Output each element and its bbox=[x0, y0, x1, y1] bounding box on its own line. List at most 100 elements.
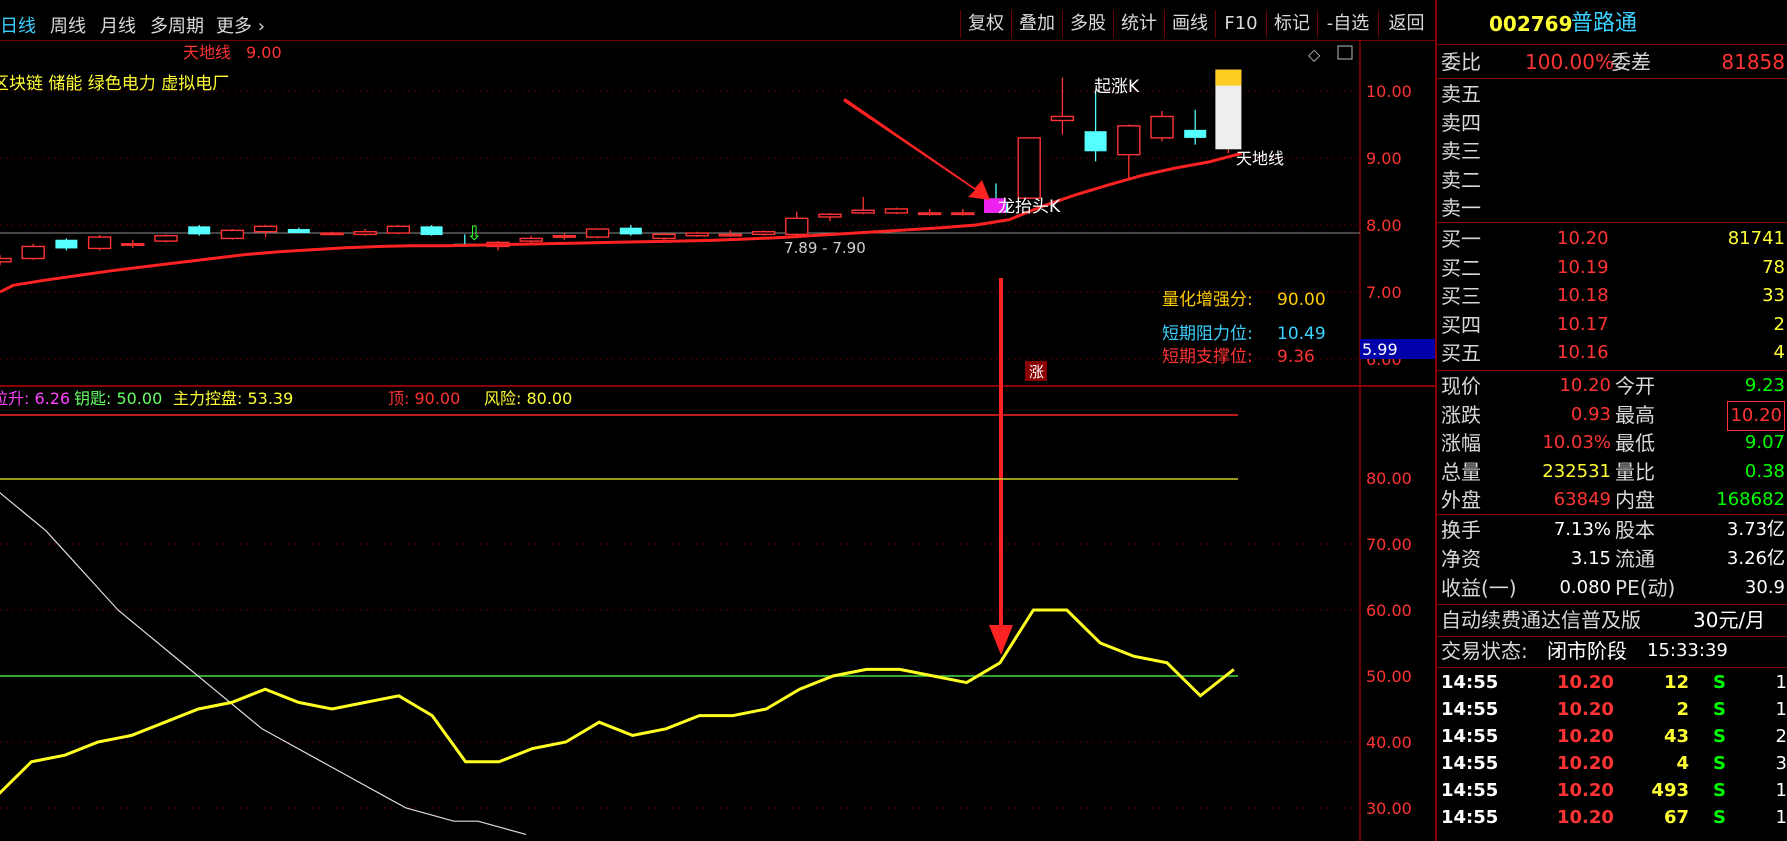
dragon-head-label: 龙抬头K bbox=[998, 197, 1061, 217]
bid-label: 买四 bbox=[1441, 312, 1481, 337]
bid-row: 买四 10.17 2 bbox=[1437, 311, 1787, 339]
tick-price: 10.20 bbox=[1557, 780, 1614, 801]
tick-volume: 4 bbox=[1676, 753, 1689, 774]
bid-price: 10.16 bbox=[1557, 342, 1609, 363]
stat-label-2: 今开 bbox=[1615, 374, 1655, 398]
fund-value: 7.13% bbox=[1553, 519, 1611, 540]
tick-price: 10.20 bbox=[1557, 699, 1614, 720]
tick-row: 14:55 10.20 67 S 1 bbox=[1437, 804, 1787, 832]
tick-row: 14:55 10.20 2 S 1 bbox=[1437, 696, 1787, 724]
stat-row: 外盘 63849 内盘 168682 bbox=[1437, 486, 1787, 514]
candle-body bbox=[785, 217, 809, 236]
tick-side: S bbox=[1713, 726, 1726, 747]
y-tick-label: 80.00 bbox=[1366, 469, 1412, 488]
bid-volume: 2 bbox=[1773, 313, 1785, 335]
candles bbox=[0, 69, 1242, 266]
stat-label-2: 最高 bbox=[1615, 402, 1655, 427]
candle-body bbox=[154, 235, 178, 242]
main-control-line bbox=[0, 608, 1235, 795]
stat-label: 总量 bbox=[1441, 459, 1481, 484]
candle-body bbox=[751, 230, 776, 236]
bid-label: 买三 bbox=[1441, 284, 1481, 308]
fund-label-2: 流通 bbox=[1615, 547, 1655, 571]
candle-body bbox=[1150, 115, 1174, 139]
arrow-diagonal bbox=[843, 98, 990, 200]
bid-label: 买五 bbox=[1441, 341, 1481, 365]
tick-volume: 2 bbox=[1676, 699, 1689, 720]
tick-side: S bbox=[1713, 672, 1726, 693]
legend-item: 主力控盘: 53.39 bbox=[173, 389, 293, 408]
stat-label-2: 内盘 bbox=[1615, 488, 1655, 512]
range-label: 7.89 - 7.90 bbox=[784, 239, 866, 257]
candle-body bbox=[652, 233, 676, 240]
bid-label: 买一 bbox=[1441, 227, 1481, 251]
y-tick-label: 40.00 bbox=[1366, 733, 1412, 752]
tick-row: 14:55 10.20 43 S 2 bbox=[1437, 723, 1787, 751]
stat-label-2: 最低 bbox=[1615, 431, 1655, 455]
tick-count: 1 bbox=[1775, 699, 1787, 720]
stat-value: 10.03% bbox=[1542, 432, 1611, 453]
tick-time: 14:55 bbox=[1441, 807, 1499, 828]
ask-label: 卖一 bbox=[1441, 196, 1481, 220]
stat-label: 涨跌 bbox=[1441, 402, 1481, 427]
diamond-icon[interactable]: ◇ bbox=[1308, 45, 1321, 64]
bid-row: 买一 10.20 81741 bbox=[1437, 225, 1787, 253]
fund-label: 净资 bbox=[1441, 547, 1481, 571]
tick-side: S bbox=[1713, 699, 1726, 720]
candle-body bbox=[818, 213, 842, 218]
candle-body bbox=[619, 227, 642, 235]
notice-row[interactable]: 自动续费通达信普及版 30元/月 bbox=[1437, 606, 1787, 634]
legend-item: 顶: 90.00 bbox=[388, 389, 460, 408]
bid-row: 买五 10.16 4 bbox=[1437, 339, 1787, 367]
candle-body bbox=[420, 226, 443, 236]
legend-item: 钥匙: 50.00 bbox=[74, 389, 162, 408]
candle-body bbox=[320, 232, 344, 236]
quant-score-label: 量化增强分: bbox=[1162, 290, 1253, 310]
fund-value-2: 30.9 bbox=[1744, 577, 1785, 598]
bid-volume: 78 bbox=[1762, 256, 1785, 278]
stat-value-2: 10.20 bbox=[1727, 400, 1785, 431]
trade-state-label: 交易状态: bbox=[1441, 639, 1528, 663]
stat-label: 外盘 bbox=[1441, 488, 1481, 512]
bid-row: 买二 10.19 78 bbox=[1437, 254, 1787, 282]
quote-panel: 002769 普路通 委比 100.00% 委差 81858 卖五 卖四 卖三 卖二卖… bbox=[1435, 0, 1787, 841]
fund-label: 收益(一) bbox=[1441, 576, 1517, 600]
ask-label: 卖四 bbox=[1441, 110, 1481, 135]
main-y-ticks: 10.009.008.007.006.00 bbox=[1366, 82, 1412, 369]
stat-value-2: 168682 bbox=[1716, 489, 1785, 510]
tick-price: 10.20 bbox=[1557, 672, 1614, 693]
sub-legend: 拉升: 6.26 钥匙: 50.00 主力控盘: 53.39 顶: 90.00 风险: … bbox=[0, 389, 572, 408]
bid-volume: 81741 bbox=[1727, 228, 1785, 249]
tick-price: 10.20 bbox=[1557, 807, 1614, 828]
bid-row: 买三 10.18 33 bbox=[1437, 282, 1787, 310]
stat-row: 涨跌 0.93 最高 10.20 bbox=[1437, 400, 1787, 431]
stat-label-2: 量比 bbox=[1615, 459, 1655, 484]
candle-body bbox=[1117, 125, 1141, 156]
webi-row: 委比 100.00% 委差 81858 bbox=[1437, 48, 1787, 76]
candle-body bbox=[188, 226, 211, 235]
chart-area[interactable]: 日线 周线 月线 多周期 更多 › 复权 叠加 多股 统计 画线 F10 标记 … bbox=[0, 0, 1435, 841]
candle-body bbox=[21, 245, 45, 260]
tick-count: 1 bbox=[1775, 780, 1787, 801]
tiandi-ma-line bbox=[0, 151, 1243, 294]
ask-label: 卖三 bbox=[1441, 139, 1481, 163]
main-chart[interactable]: 天地线 9.00 区块链 储能 绿色电力 虚拟电厂 ◇ 龙抬头K 起涨K 天地线… bbox=[0, 0, 1435, 841]
fund-label-2: 股本 bbox=[1615, 518, 1655, 542]
tick-volume: 493 bbox=[1651, 780, 1689, 801]
bid-label: 买二 bbox=[1441, 255, 1481, 280]
candle-body bbox=[519, 237, 543, 242]
y-tick-label: 30.00 bbox=[1366, 799, 1412, 818]
bid-price: 10.20 bbox=[1557, 228, 1609, 249]
notice-text: 自动续费通达信普及版 bbox=[1441, 608, 1641, 632]
fund-label-2: PE(动) bbox=[1615, 576, 1676, 600]
candle-body bbox=[253, 225, 278, 233]
stat-value-2: 9.07 bbox=[1744, 432, 1785, 453]
tick-time: 14:55 bbox=[1441, 780, 1499, 801]
stat-row: 总量 232531 量比 0.38 bbox=[1437, 458, 1787, 486]
ask-row: 卖四 bbox=[1437, 109, 1787, 137]
candle-body bbox=[220, 229, 245, 240]
fund-label: 换手 bbox=[1441, 518, 1481, 542]
window-toggle-icon[interactable] bbox=[1337, 45, 1353, 60]
legend-item: 拉升: 6.26 bbox=[0, 389, 70, 408]
candle-body bbox=[353, 230, 377, 236]
